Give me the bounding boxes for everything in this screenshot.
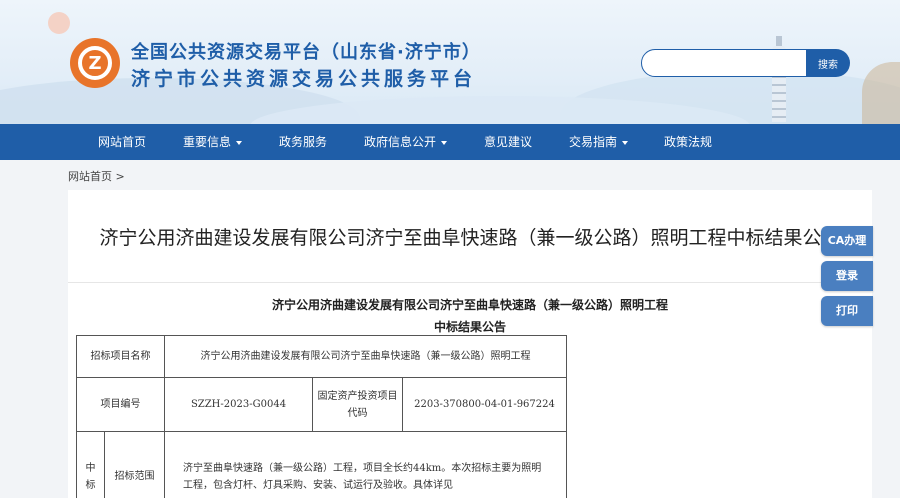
- nav-label: 重要信息: [183, 135, 232, 149]
- nav-label: 政务服务: [279, 135, 328, 149]
- sun-decoration: [48, 12, 70, 34]
- nav-label: 网站首页: [98, 135, 147, 149]
- ca-service-button[interactable]: CA办理: [821, 226, 873, 256]
- doc-title-line2: 中标结果公告: [433, 320, 506, 334]
- site-header: Z 全国公共资源交易平台（山东省·济宁市） 济宁市公共资源交易公共服务平台 搜索: [0, 0, 900, 124]
- nav-label: 意见建议: [484, 135, 533, 149]
- nav-item-feedback[interactable]: 意见建议: [484, 124, 532, 160]
- table-cell-value: SZZH-2023-G0044: [164, 377, 313, 432]
- table-cell-label: 招标项目名称: [76, 335, 165, 378]
- table-cell-value: 济宁公用济曲建设发展有限公司济宁至曲阜快速路（兼一级公路）照明工程: [164, 335, 567, 378]
- login-button[interactable]: 登录: [821, 261, 873, 291]
- caret-down-icon: [622, 140, 629, 145]
- table-cell-label: 固定资产投资项目代码: [312, 377, 403, 432]
- building-decoration: [862, 62, 900, 124]
- article-title: 济宁公用济曲建设发展有限公司济宁至曲阜快速路（兼一级公路）照明工程中标结果公告: [99, 227, 841, 249]
- logo-mark: Z: [78, 46, 112, 80]
- title-divider: [68, 282, 872, 283]
- breadcrumb-separator: >: [115, 170, 125, 183]
- table-cell-label: 项目编号: [76, 377, 165, 432]
- table-cell-value: 济宁至曲阜快速路（兼一级公路）工程，项目全长约44km。本次招标主要为照明工程，…: [164, 431, 567, 498]
- caret-down-icon: [441, 140, 448, 145]
- doc-title-line1: 济宁公用济曲建设发展有限公司济宁至曲阜快速路（兼一级公路）照明工程: [271, 298, 668, 312]
- nav-item-policy[interactable]: 政策法规: [664, 124, 712, 160]
- nav-item-gov-info-public[interactable]: 政府信息公开: [364, 124, 448, 160]
- nav-label: 交易指南: [569, 135, 618, 149]
- nav-item-important-info[interactable]: 重要信息: [183, 124, 243, 160]
- print-button[interactable]: 打印: [821, 296, 873, 326]
- nav-item-gov-service[interactable]: 政务服务: [279, 124, 327, 160]
- article-card: 济宁公用济曲建设发展有限公司济宁至曲阜快速路（兼一级公路）照明工程中标结果公告 …: [68, 190, 872, 498]
- nav-label: 政策法规: [664, 135, 713, 149]
- table-cell-group: 中标: [76, 431, 105, 498]
- search-button[interactable]: 搜索: [806, 49, 850, 77]
- site-title-line2: 济宁市公共资源交易公共服务平台: [131, 68, 477, 90]
- site-title-line1: 全国公共资源交易平台（山东省·济宁市）: [131, 42, 481, 63]
- caret-down-icon: [236, 140, 243, 145]
- main-nav: 网站首页 重要信息 政务服务 政府信息公开 意见建议 交易指南 政策法规: [0, 124, 900, 160]
- nav-item-trade-guide[interactable]: 交易指南: [569, 124, 629, 160]
- bid-result-table: 招标项目名称 济宁公用济曲建设发展有限公司济宁至曲阜快速路（兼一级公路）照明工程…: [76, 335, 567, 498]
- search-input[interactable]: [641, 49, 809, 77]
- site-logo[interactable]: Z: [70, 38, 120, 88]
- breadcrumb: 网站首页 >: [68, 168, 125, 184]
- nav-item-home[interactable]: 网站首页: [98, 124, 146, 160]
- table-cell-value: 2203-370800-04-01-967224: [402, 377, 567, 432]
- table-cell-label: 招标范围: [104, 431, 165, 498]
- nav-label: 政府信息公开: [364, 135, 437, 149]
- breadcrumb-home-link[interactable]: 网站首页: [68, 170, 112, 183]
